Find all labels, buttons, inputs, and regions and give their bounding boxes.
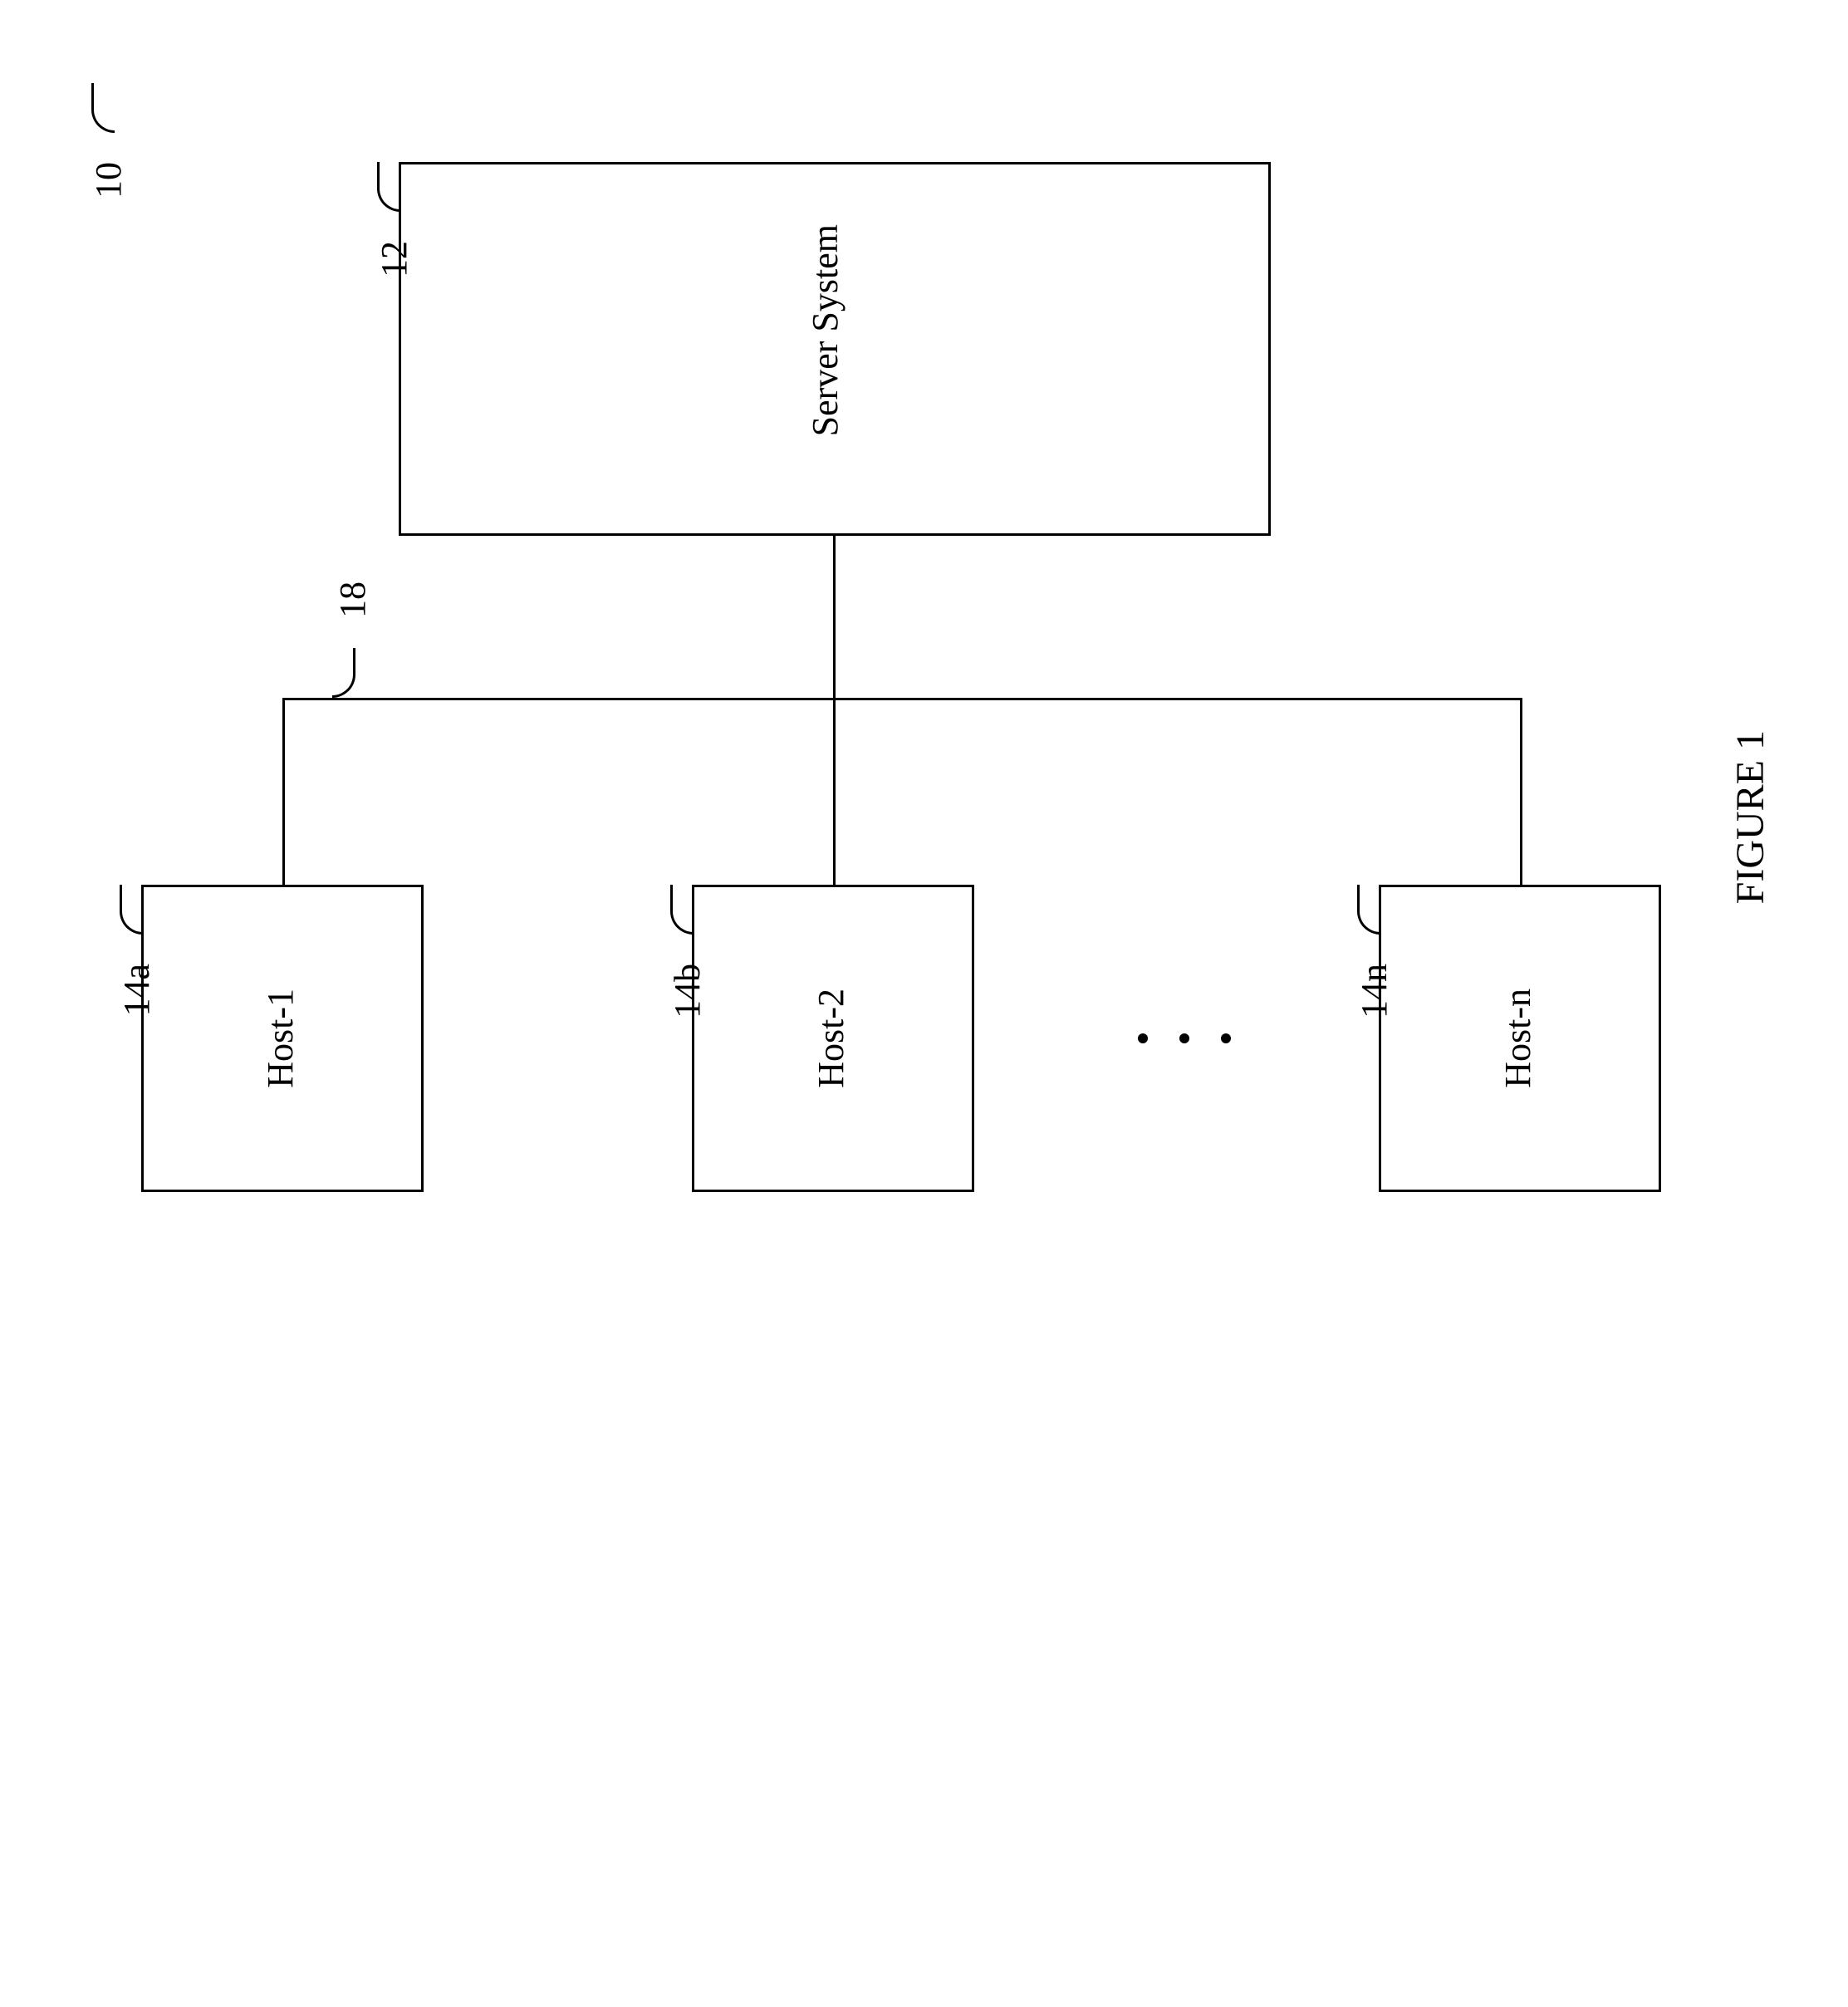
ref-10-label: 10 [87,162,130,199]
host-1-label: Host-1 [259,989,301,1088]
ref-14n-label: 14n [1353,964,1395,1018]
hostn-connector [1520,698,1522,885]
ref-18-label: 18 [331,581,374,618]
ref-14a-label: 14a [115,964,158,1017]
ref-tick-14n [1357,885,1380,935]
host1-connector [282,698,285,885]
server-bus-connector [833,536,836,698]
ellipsis-dot-3 [1221,1033,1231,1043]
host-2-label: Host-2 [810,989,852,1088]
ref-tick-14a [120,885,143,935]
ref-tick-18 [332,648,355,698]
ref-tick-14b [670,885,694,935]
ellipsis-dot-1 [1138,1033,1148,1043]
server-label: Server System [804,224,846,436]
diagram-page: 10 Server System 12 18 Host-1 14a Host-2… [0,0,1848,2007]
ref-tick-12 [377,162,400,212]
ellipsis-dot-2 [1179,1033,1189,1043]
host-n-label: Host-n [1497,989,1539,1088]
figure-caption: FIGURE 1 [1728,730,1773,904]
bus-line [282,698,1520,700]
ref-12-label: 12 [373,241,415,277]
ref-tick-10 [91,83,115,133]
host2-connector [833,698,836,885]
ref-14b-label: 14b [666,964,708,1018]
